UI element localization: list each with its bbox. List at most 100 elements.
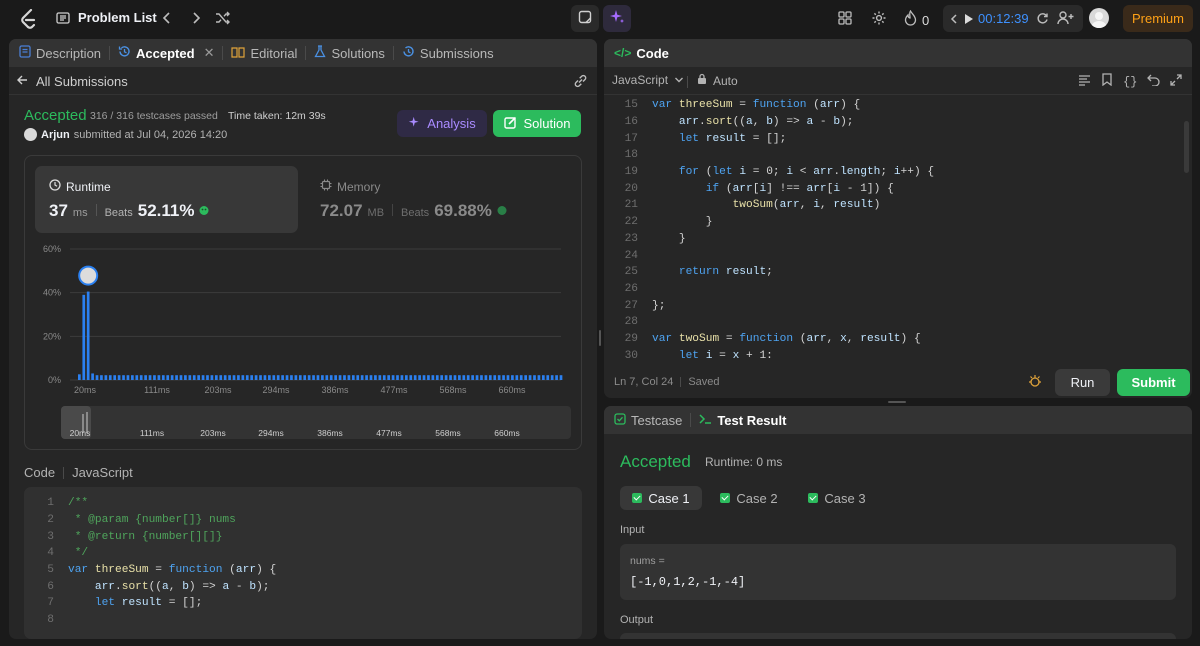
tab-accepted[interactable]: Accepted ✕ — [118, 39, 214, 67]
x-tick-label: 386ms — [321, 385, 349, 395]
user-avatar-small[interactable] — [24, 128, 37, 141]
code-line[interactable]: 29 var twoSum = function (arr, x, result)… — [610, 331, 1184, 348]
chart-bar — [86, 291, 90, 380]
code-line[interactable]: 27}; — [610, 297, 1184, 314]
chart-bar — [117, 375, 121, 380]
stat-divider — [95, 204, 97, 216]
collapse-timer-icon[interactable] — [950, 13, 958, 25]
layout-icon[interactable] — [838, 11, 852, 25]
code-line[interactable]: 3 * @return {number[][]} — [24, 528, 582, 545]
tab-testcase[interactable]: Testcase — [614, 406, 682, 434]
input-box: nums = [-1,0,1,2,-1,-4] — [620, 544, 1176, 600]
code-line[interactable]: 30 let i = x + 1: — [610, 347, 1184, 364]
share-link-icon[interactable] — [573, 74, 588, 93]
chart-bar — [396, 375, 399, 380]
chevron-left-icon[interactable] — [162, 11, 172, 25]
case-3-tab[interactable]: Case 3 — [802, 486, 872, 510]
shuffle-icon[interactable] — [215, 11, 231, 25]
code-line[interactable]: 21 twoSum(arr, i, result) — [610, 197, 1184, 214]
code-line[interactable]: 7 let result = []; — [24, 595, 582, 612]
user-avatar[interactable] — [1089, 8, 1109, 28]
code-line[interactable]: 16 arr.sort((a, b) => a - b); — [610, 114, 1184, 131]
tab-submissions[interactable]: Submissions — [402, 39, 494, 67]
all-submissions-label: All Submissions — [36, 74, 128, 89]
code-line[interactable]: 1 /** — [24, 495, 582, 512]
runtime-label: Runtime — [66, 179, 111, 194]
code-line[interactable]: 17 let result = []; — [610, 130, 1184, 147]
bookmark-icon[interactable] — [1101, 73, 1113, 91]
analysis-button[interactable]: Analysis — [397, 110, 487, 137]
debug-icon[interactable] — [1028, 374, 1042, 393]
submitted-code-block[interactable]: 1/** 2 * @param {number[]} nums 3 * @retur… — [24, 487, 582, 639]
runtime-box[interactable]: Runtime 37 ms Beats 52.11% — [35, 166, 298, 233]
solution-button[interactable]: Solution — [493, 110, 581, 137]
expand-icon[interactable] — [1170, 73, 1183, 91]
ai-assist-button[interactable] — [603, 5, 631, 32]
chart-bar — [338, 375, 342, 380]
premium-button[interactable]: Premium — [1123, 5, 1193, 32]
undo-icon[interactable] — [1147, 73, 1161, 91]
submitter-name[interactable]: Arjun — [41, 129, 70, 141]
case-2-tab[interactable]: Case 2 — [714, 486, 784, 510]
language-select[interactable]: JavaScript — [612, 73, 684, 87]
run-button[interactable]: Run — [1055, 369, 1110, 396]
code-line[interactable]: 23 } — [610, 231, 1184, 248]
code-line[interactable]: 22 } — [610, 214, 1184, 231]
chart-bar — [276, 375, 280, 380]
book-icon — [231, 46, 246, 61]
add-friend-icon[interactable] — [1057, 10, 1074, 26]
chart-bar — [409, 375, 413, 380]
code-line[interactable]: 8 — [24, 612, 582, 629]
settings-gear-icon[interactable] — [871, 10, 887, 26]
chart-bar — [100, 375, 103, 380]
close-tab-icon[interactable]: ✕ — [204, 45, 215, 61]
tab-description[interactable]: Description — [19, 39, 101, 67]
code-line[interactable]: 15 var threeSum = function (arr) { — [610, 97, 1184, 114]
chart-bar — [219, 375, 223, 380]
code-line[interactable]: 24 — [610, 247, 1184, 264]
code-line[interactable]: 6 arr.sort((a, b) => a - b); — [24, 578, 582, 595]
code-line[interactable]: 25 return result; — [610, 264, 1184, 281]
memory-box[interactable]: Memory 72.07 MB Beats 69.88% — [308, 166, 571, 233]
code-line[interactable]: 19 for (let i = 0; i < arr.length; i++) … — [610, 164, 1184, 181]
code-line[interactable]: 2 * @param {number[]} nums — [24, 512, 582, 529]
braces-icon[interactable]: {} — [1123, 75, 1137, 89]
code-line[interactable]: 18 — [610, 147, 1184, 164]
streak-counter[interactable]: 0 — [904, 9, 929, 31]
all-submissions-link[interactable]: All Submissions — [16, 74, 128, 89]
code-line[interactable]: 5 var threeSum = function (arr) { — [24, 562, 582, 579]
editor-scrollbar[interactable] — [1184, 121, 1189, 173]
tab-editorial[interactable]: Editorial — [231, 39, 297, 67]
vertical-resize-handle[interactable] — [599, 330, 601, 346]
logo-icon[interactable] — [18, 9, 38, 29]
reset-icon[interactable] — [1036, 12, 1049, 25]
chart-bar — [290, 375, 293, 380]
runtime-beats-value: 52.11% — [137, 201, 195, 220]
case-1-tab[interactable]: Case 1 — [620, 486, 702, 510]
chart-bar — [466, 375, 470, 380]
code-line[interactable]: 28 — [610, 314, 1184, 331]
code-line[interactable]: 20 if (arr[i] !== arr[i - 1]) { — [610, 180, 1184, 197]
chart-bar — [241, 375, 245, 380]
code-editor[interactable]: 15 var threeSum = function (arr) {16 arr.… — [604, 97, 1184, 365]
mode-select[interactable]: Auto — [697, 73, 738, 88]
memory-beats-label: Beats — [401, 207, 430, 219]
chart-bar — [550, 375, 554, 380]
line-number: 6 — [47, 580, 54, 593]
tab-solutions[interactable]: Solutions — [314, 39, 385, 67]
format-icon[interactable] — [1078, 73, 1091, 91]
time-taken: Time taken: 12m 39s — [228, 110, 326, 122]
editor-status-bar: Ln 7, Col 24 Saved — [614, 376, 720, 388]
code-line[interactable]: 4 */ — [24, 545, 582, 562]
chart-bar — [413, 375, 417, 380]
tab-test-result[interactable]: Test Result — [699, 406, 786, 434]
problem-list-link[interactable]: Problem List — [56, 10, 157, 25]
submit-button[interactable]: Submit — [1117, 369, 1190, 396]
x-tick-label: 568ms — [439, 385, 467, 395]
code-line[interactable]: 26 — [610, 281, 1184, 298]
input-label: Input — [620, 524, 645, 536]
chevron-right-icon[interactable] — [191, 11, 201, 25]
panel-resize-handle[interactable] — [888, 401, 906, 403]
notes-button[interactable] — [571, 5, 599, 32]
play-icon[interactable] — [964, 13, 974, 25]
